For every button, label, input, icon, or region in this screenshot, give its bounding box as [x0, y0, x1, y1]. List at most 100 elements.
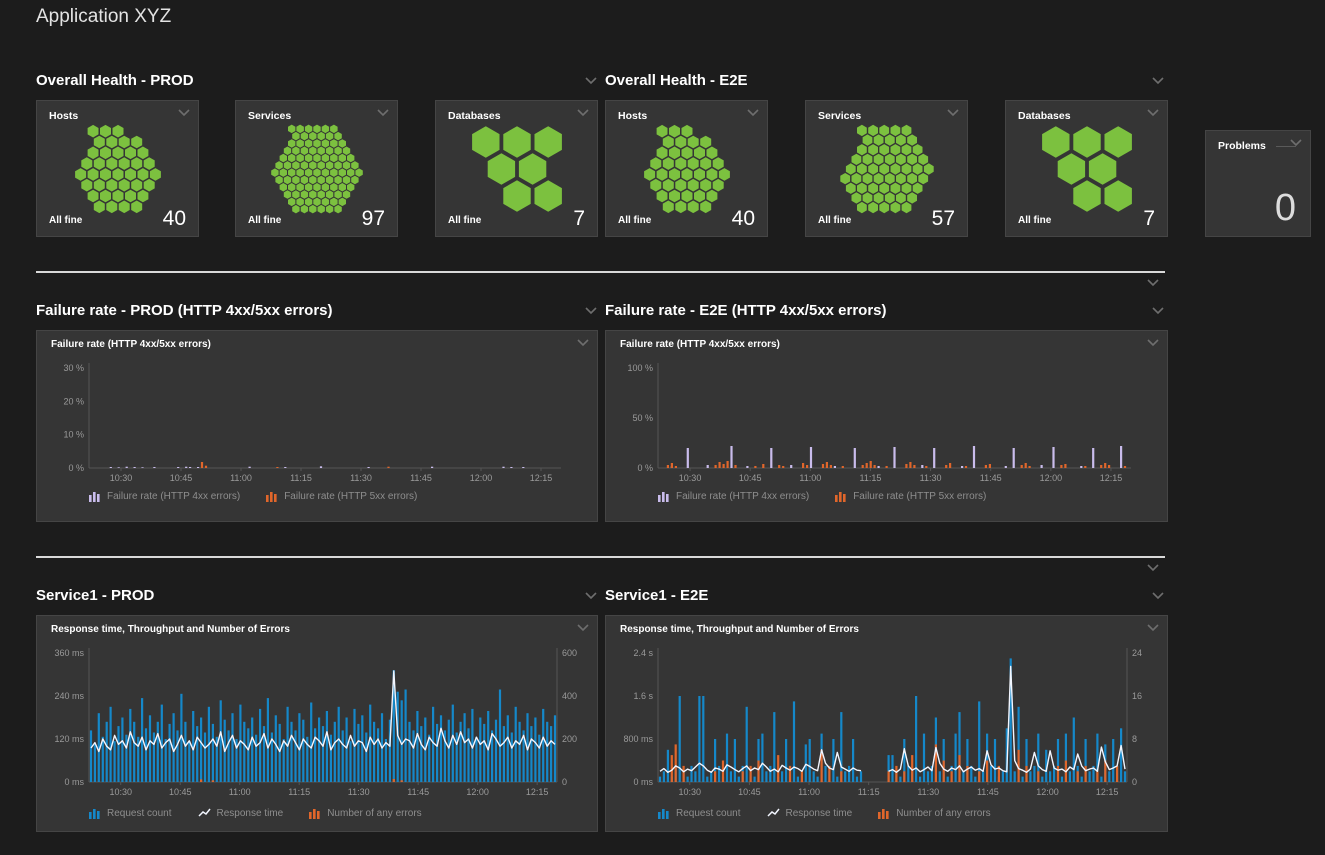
legend-label: Number of any errors	[327, 808, 421, 819]
failure-rate-prod-chart-tile[interactable]: Failure rate (HTTP 4xx/5xx errors) 30 % 2…	[36, 330, 598, 522]
problems-count: 0	[1275, 187, 1296, 230]
bar-series-icon	[878, 808, 890, 819]
honeycomb-chart	[817, 123, 957, 215]
health-tile-databases[interactable]: DatabasesAll fine7	[1005, 100, 1168, 237]
page-title: Application XYZ	[36, 6, 171, 28]
tile-label: Databases	[1018, 110, 1071, 122]
svg-text:20 %: 20 %	[63, 396, 84, 406]
chevron-down-icon[interactable]	[1146, 108, 1160, 117]
entity-count: 7	[1143, 207, 1155, 231]
svg-text:360 ms: 360 ms	[54, 648, 84, 658]
failure-rate-e2e-chart: 100 %50 %0 %10:3010:4511:0011:1511:3011:…	[614, 357, 1161, 491]
svg-text:11:00: 11:00	[798, 787, 820, 797]
legend-label: Request count	[107, 808, 172, 819]
honeycomb-chart	[1017, 123, 1157, 215]
health-tile-databases[interactable]: DatabasesAll fine7	[435, 100, 598, 237]
bar-series-icon	[309, 808, 321, 819]
status-text: All fine	[248, 215, 281, 226]
honeycomb-chart	[447, 123, 587, 215]
legend-item[interactable]: Failure rate (HTTP 5xx errors)	[266, 491, 417, 502]
legend-item[interactable]: Failure rate (HTTP 4xx errors)	[89, 491, 240, 502]
chevron-down-icon[interactable]	[1146, 623, 1160, 632]
svg-text:11:00: 11:00	[799, 473, 821, 483]
legend-item[interactable]: Response time	[767, 808, 853, 819]
svg-text:30 %: 30 %	[63, 363, 84, 373]
health-tile-hosts[interactable]: Hosts All fine 40	[605, 100, 768, 237]
chevron-down-icon[interactable]	[576, 108, 590, 117]
legend-label: Number of any errors	[896, 808, 990, 819]
chevron-down-icon[interactable]	[584, 76, 598, 85]
svg-text:11:15: 11:15	[860, 473, 882, 483]
svg-text:12:15: 12:15	[1100, 473, 1123, 483]
tile-label: Services	[248, 110, 291, 122]
divider-chevron-icon[interactable]	[1146, 278, 1160, 287]
legend-item[interactable]: Number of any errors	[878, 808, 990, 819]
svg-text:0 %: 0 %	[637, 463, 653, 473]
health-tile-hosts[interactable]: HostsAll fine40	[36, 100, 199, 237]
chevron-down-icon[interactable]	[576, 623, 590, 632]
entity-count: 40	[732, 207, 755, 231]
chevron-down-icon[interactable]	[946, 108, 960, 117]
chart-title: Response time, Throughput and Number of …	[620, 624, 859, 635]
svg-text:11:15: 11:15	[288, 787, 310, 797]
legend-label: Request count	[676, 808, 741, 819]
svg-text:240 ms: 240 ms	[54, 691, 84, 701]
failure-rate-e2e-chart-tile[interactable]: Failure rate (HTTP 4xx/5xx errors) 100 %…	[605, 330, 1168, 522]
health-tile-services[interactable]: ServicesAll fine57	[805, 100, 968, 237]
service1-e2e-chart-tile[interactable]: Response time, Throughput and Number of …	[605, 615, 1168, 832]
section-title: Overall Health - PROD	[36, 72, 194, 89]
section-header-service-prod: Service1 - PROD	[36, 585, 598, 605]
chevron-down-icon[interactable]	[576, 338, 590, 347]
svg-text:11:45: 11:45	[980, 473, 1002, 483]
svg-text:10:45: 10:45	[739, 473, 762, 483]
legend-label: Response time	[786, 808, 853, 819]
status-text: All fine	[618, 215, 651, 226]
svg-text:800 ms: 800 ms	[623, 734, 653, 744]
divider-chevron-icon[interactable]	[1146, 563, 1160, 572]
svg-text:10:45: 10:45	[738, 787, 761, 797]
svg-text:11:45: 11:45	[977, 787, 999, 797]
service1-prod-chart-tile[interactable]: Response time, Throughput and Number of …	[36, 615, 598, 832]
tile-label: Problems	[1218, 140, 1296, 152]
health-tile-services[interactable]: ServicesAll fine97	[235, 100, 398, 237]
legend-item[interactable]: Failure rate (HTTP 5xx errors)	[835, 491, 986, 502]
section-divider	[36, 556, 1165, 558]
status-text: All fine	[448, 215, 481, 226]
section-header-service-e2e: Service1 - E2E	[605, 585, 1165, 605]
legend-item[interactable]: Response time	[198, 808, 284, 819]
legend-label: Failure rate (HTTP 5xx errors)	[284, 491, 417, 502]
chevron-down-icon[interactable]	[177, 108, 191, 117]
svg-text:10:45: 10:45	[170, 473, 193, 483]
chevron-down-icon[interactable]	[1151, 591, 1165, 600]
chevron-down-icon[interactable]	[584, 591, 598, 600]
tile-label: Hosts	[618, 110, 647, 122]
entity-count: 40	[163, 207, 186, 231]
legend-item[interactable]: Number of any errors	[309, 808, 421, 819]
chevron-down-icon[interactable]	[1146, 338, 1160, 347]
chevron-down-icon[interactable]	[376, 108, 390, 117]
svg-text:10 %: 10 %	[63, 430, 84, 440]
chart-legend: Failure rate (HTTP 4xx errors) Failure ra…	[658, 491, 986, 502]
chevron-down-icon[interactable]	[1151, 306, 1165, 315]
tile-label: Services	[818, 110, 861, 122]
chart-title: Failure rate (HTTP 4xx/5xx errors)	[51, 339, 211, 350]
legend-item[interactable]: Request count	[658, 808, 741, 819]
svg-text:0: 0	[562, 777, 567, 787]
legend-item[interactable]: Request count	[89, 808, 172, 819]
svg-text:11:45: 11:45	[407, 787, 429, 797]
service1-prod-chart: 360 ms240 ms120 ms0 ms600400200010:3010:…	[45, 642, 591, 804]
chart-legend: Request count Response time Number of any …	[658, 808, 991, 819]
problems-tile[interactable]: Problems 0	[1205, 130, 1311, 237]
legend-label: Response time	[217, 808, 284, 819]
svg-text:11:15: 11:15	[290, 473, 312, 483]
chevron-down-icon[interactable]	[1151, 76, 1165, 85]
svg-text:12:15: 12:15	[530, 473, 553, 483]
chevron-down-icon[interactable]	[584, 306, 598, 315]
chevron-down-icon[interactable]	[1289, 138, 1303, 147]
status-text: All fine	[818, 215, 851, 226]
chart-legend: Request count Response time Number of any …	[89, 808, 422, 819]
tile-label: Hosts	[49, 110, 78, 122]
chevron-down-icon[interactable]	[746, 108, 760, 117]
svg-text:0 ms: 0 ms	[64, 777, 84, 787]
legend-item[interactable]: Failure rate (HTTP 4xx errors)	[658, 491, 809, 502]
